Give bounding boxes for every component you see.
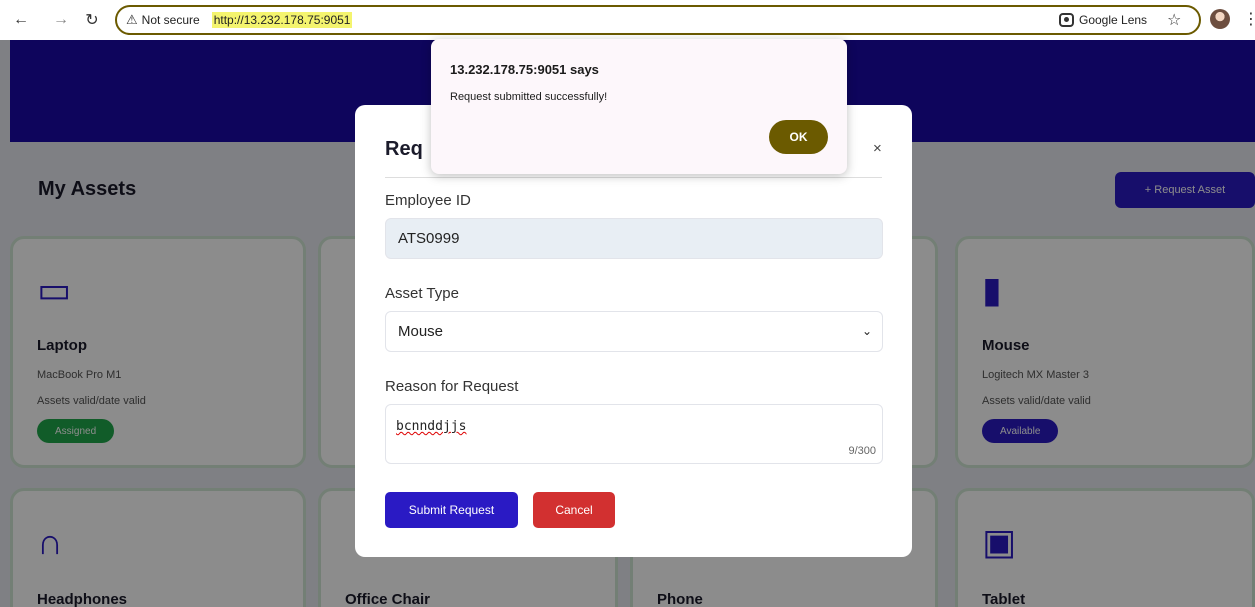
avatar[interactable] <box>1210 9 1230 29</box>
reload-icon[interactable]: ↻ <box>81 9 103 31</box>
security-label[interactable]: Not secure <box>142 13 200 27</box>
alert-dialog: 13.232.178.75:9051 says Request submitte… <box>431 39 847 174</box>
warning-icon: ⚠ <box>126 12 138 27</box>
asset-type-value: Mouse <box>398 323 444 340</box>
google-lens-label[interactable]: Google Lens <box>1079 13 1147 27</box>
reason-label: Reason for Request <box>385 378 519 395</box>
asset-type-label: Asset Type <box>385 285 459 302</box>
asset-type-select[interactable]: Mouse ⌄ <box>385 311 883 352</box>
cancel-button[interactable]: Cancel <box>533 492 615 528</box>
submit-request-button[interactable]: Submit Request <box>385 492 518 528</box>
url-text[interactable]: http://13.232.178.75:9051 <box>211 12 353 28</box>
address-bar[interactable]: ⚠ Not secure http://13.232.178.75:9051 G… <box>115 5 1201 35</box>
back-icon[interactable]: ← <box>10 9 32 31</box>
modal-title: Req <box>385 138 423 160</box>
browser-toolbar: ← → ↻ ⚠ Not secure http://13.232.178.75:… <box>0 0 1255 40</box>
star-icon[interactable]: ☆ <box>1167 10 1181 30</box>
reason-text: bcnnddjjs <box>396 419 467 434</box>
ok-button[interactable]: OK <box>769 120 828 154</box>
chevron-down-icon: ⌄ <box>861 324 872 338</box>
lens-icon[interactable] <box>1059 13 1074 27</box>
char-counter: 9/300 <box>848 445 876 457</box>
divider <box>385 177 882 178</box>
employee-id-field[interactable]: ATS0999 <box>385 218 883 259</box>
menu-icon[interactable]: ⋮ <box>1243 9 1255 29</box>
alert-message: Request submitted successfully! <box>450 91 608 103</box>
forward-icon[interactable]: → <box>50 9 72 31</box>
employee-id-label: Employee ID <box>385 192 471 209</box>
reason-textarea[interactable]: bcnnddjjs 9/300 <box>385 404 883 464</box>
close-icon[interactable]: × <box>873 140 882 157</box>
alert-title: 13.232.178.75:9051 says <box>450 62 599 77</box>
